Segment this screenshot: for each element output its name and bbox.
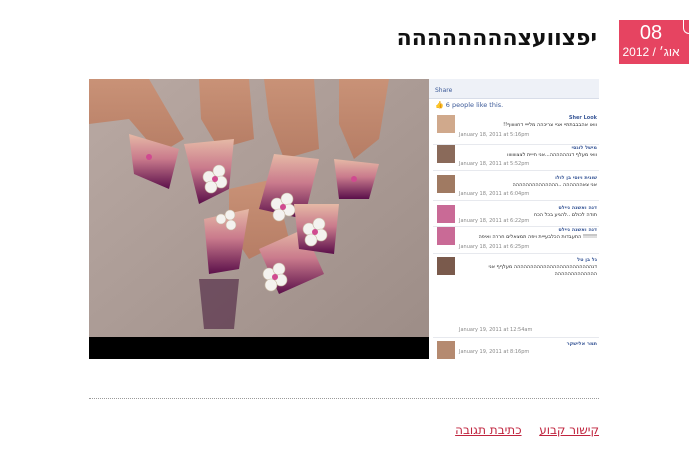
fb-likes-text: 6 people like this.: [445, 101, 504, 109]
fb-comment-name: דנה ואשנה ניילס: [558, 227, 597, 233]
fb-comment-time: January 19, 2011 at 12:54am: [459, 327, 533, 333]
fb-comment-time: January 19, 2011 at 8:16pm: [459, 349, 530, 355]
fb-comment-text: וואו אהבבבתתיי אניי צריכהה מליייי דחוווו…: [503, 122, 597, 128]
permalink-link[interactable]: קישור קבוע: [539, 423, 599, 437]
fb-comment-time: January 18, 2011 at 5:52pm: [459, 161, 530, 167]
fb-comment-time: January 18, 2011 at 6:22pm: [459, 218, 530, 224]
fb-comment-time: January 18, 2011 at 6:04pm: [459, 191, 530, 197]
post-title[interactable]: יפצוועצהההההההה: [397, 26, 597, 52]
avatar: [437, 175, 455, 193]
nail-art-photo: [89, 79, 429, 359]
fb-comment-divider: [433, 337, 599, 338]
thumbs-up-icon: 👍: [435, 101, 444, 109]
fb-comment-time: January 18, 2011 at 5:16pm: [459, 132, 530, 138]
post-date-month-year: אוג׳ / 2012: [622, 45, 680, 59]
avatar: [437, 341, 455, 359]
fb-comment: דנה ואשנה ניילס !!!!!!! התעבדות הכלבעייי…: [433, 227, 599, 255]
avatar: [437, 145, 455, 163]
fb-comment-text: דנהההההההההההההההההההההההה מעלףף אני ההה…: [488, 264, 597, 277]
reply-link[interactable]: כתיבת תגובה: [455, 423, 521, 437]
fb-comment-name: שונית ויוסי בן לולו: [555, 175, 597, 181]
fb-comment-text: !!!!!!! התעבדות הכלבעייית ויפה תמצאלים ח…: [478, 234, 597, 240]
fb-comment: גל בן טל דנהההההההההההההההההההההההה מעלף…: [433, 257, 599, 339]
post-date-badge: 08 אוג׳ / 2012: [619, 20, 689, 64]
fb-comment: שונית ויוסי בן לולו אני צאהההההה ..ההההה…: [433, 175, 599, 205]
post-links: קישור קבוע כתיבת תגובה: [455, 423, 599, 437]
fb-comment-name: תמר אלישקר: [566, 341, 597, 347]
post-divider: [89, 398, 599, 399]
fb-comment-divider: [433, 170, 599, 171]
fb-comment-name: גל בן טל: [577, 257, 597, 263]
fb-share-bar: Share: [429, 79, 599, 99]
post-date-day: 08: [639, 22, 663, 44]
fb-comment: דנה ואשנה ניילס תודה לכולם ..להגיע בכל ה…: [433, 205, 599, 229]
fb-comment: מישל לוגסי וואי מעלף דנהההההה...אני חייי…: [433, 145, 599, 175]
fb-comment-name: מישל לוגסי: [571, 145, 598, 151]
fb-comment-divider: [433, 200, 599, 201]
fb-comment-name: דנה ואשנה ניילס: [558, 205, 597, 211]
fb-comment-text: וואי מעלף דנהההההה...אני חייית לצצוווווו…: [507, 152, 597, 158]
avatar: [437, 115, 455, 133]
fb-share-label: Share: [435, 87, 453, 94]
fb-comment-time: January 18, 2011 at 6:25pm: [459, 244, 530, 250]
facebook-comments-screenshot: Share 👍 6 people like this. Sher Look וו…: [429, 79, 599, 359]
fb-comment-name: Sher Look: [568, 115, 597, 121]
post-image[interactable]: Share 👍 6 people like this. Sher Look וו…: [89, 79, 599, 359]
avatar: [437, 257, 455, 275]
fb-comment: תמר אלישקר January 19, 2011 at 8:16pm: [433, 341, 599, 359]
badge-notch: [683, 20, 689, 34]
avatar: [437, 227, 455, 245]
fb-comment-divider: [433, 253, 599, 254]
fb-comment-text: אני צאהההההה ..הההההההההההההה: [512, 182, 597, 188]
fb-likes: 👍 6 people like this.: [435, 101, 503, 109]
avatar: [437, 205, 455, 223]
fb-comment: Sher Look וואו אהבבבתתיי אניי צריכהה מלי…: [433, 115, 599, 149]
